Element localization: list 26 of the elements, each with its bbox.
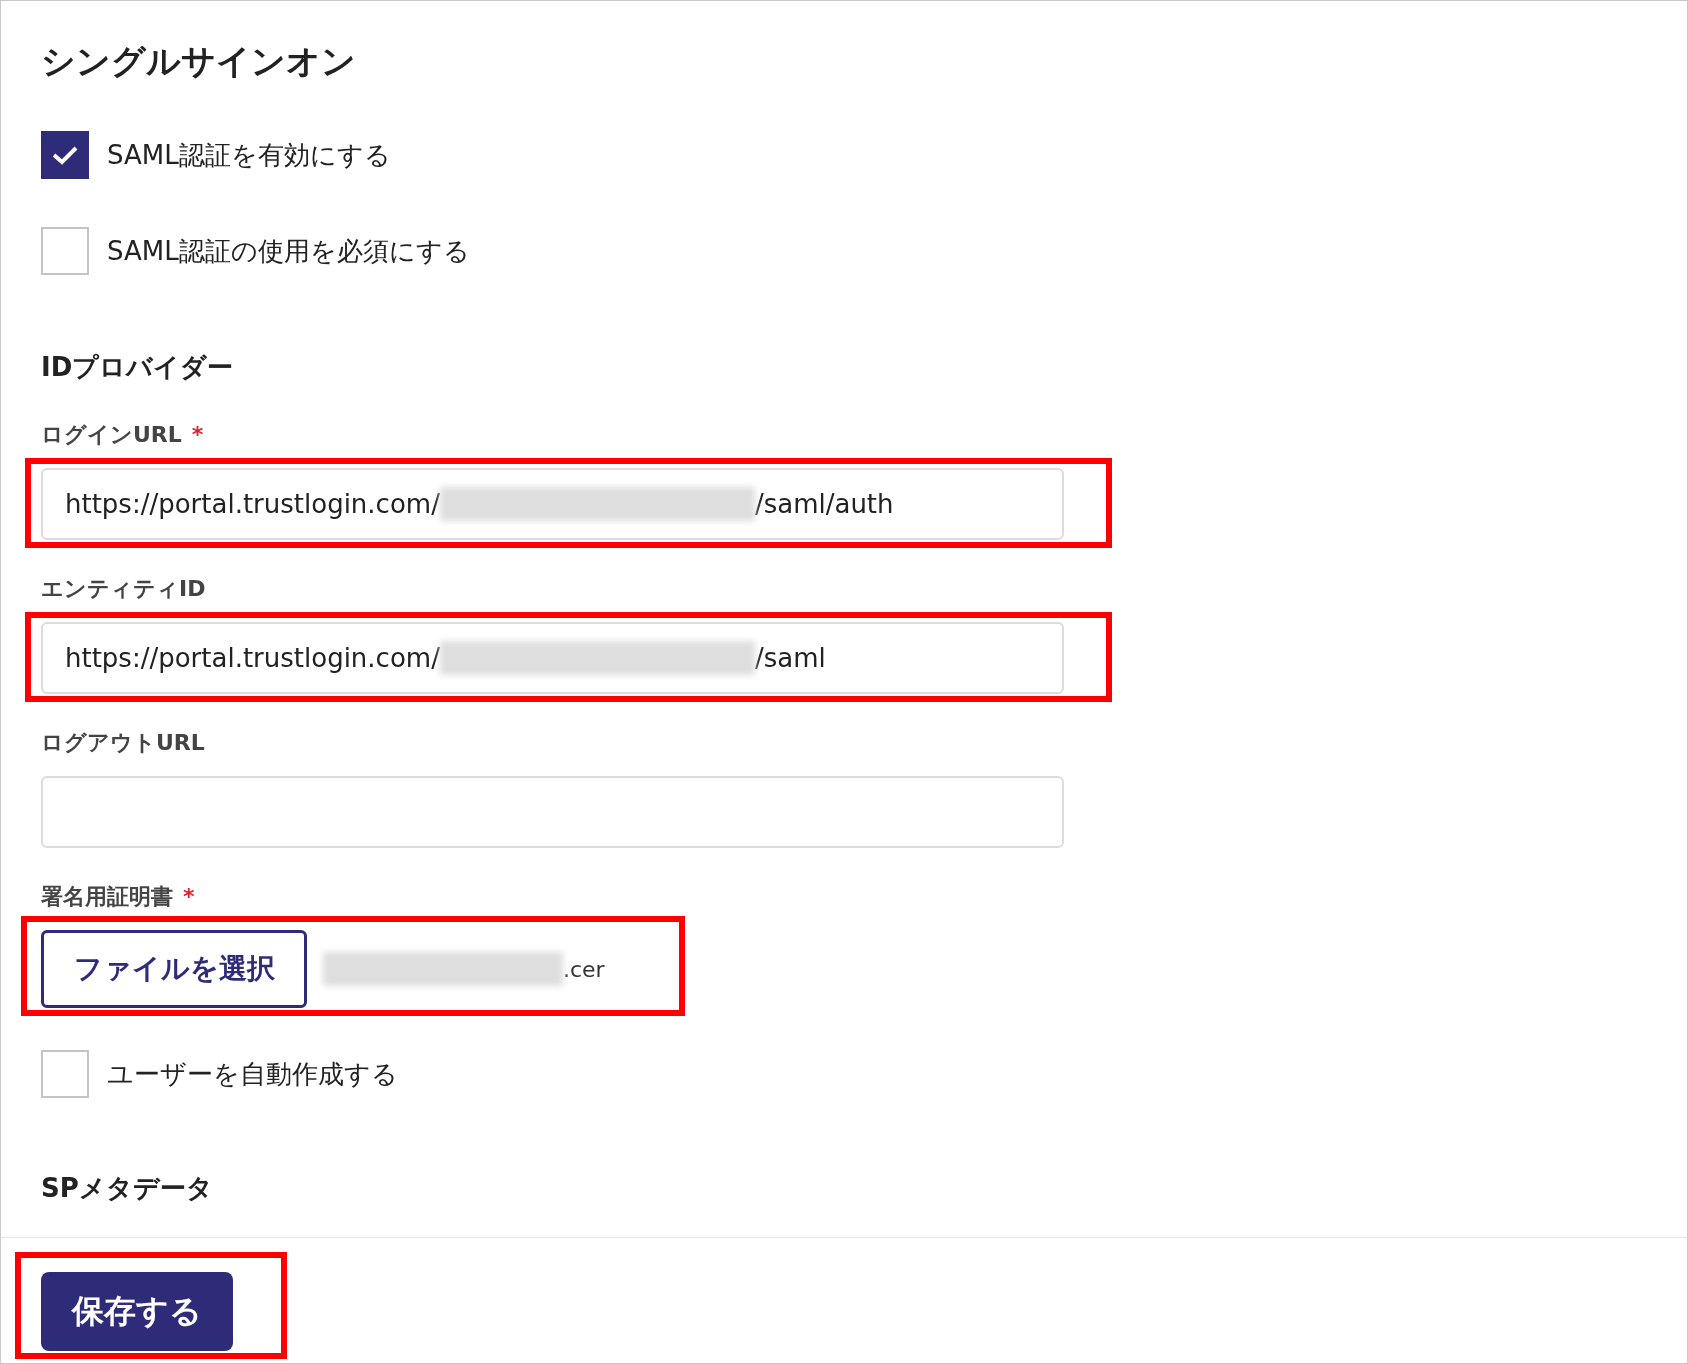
field-value: https://portal.trustlogin.com/ bbox=[65, 643, 440, 673]
checkmark-icon bbox=[51, 144, 79, 166]
field-label: ログインURL bbox=[41, 421, 182, 449]
text-field[interactable] bbox=[41, 776, 1064, 848]
page-title: シングルサインオン bbox=[41, 40, 356, 83]
field-label: ログアウトURL bbox=[41, 729, 205, 757]
section-heading: SPメタデータ bbox=[41, 1172, 213, 1205]
required-mark: * bbox=[183, 883, 195, 911]
save-button[interactable]: 保存する bbox=[41, 1272, 233, 1351]
checkbox[interactable] bbox=[41, 131, 89, 179]
field-value: /saml/auth bbox=[754, 489, 894, 519]
field-value: https://portal.trustlogin.com/ bbox=[65, 489, 440, 519]
file-name: .cer bbox=[563, 956, 605, 982]
section-heading: IDプロバイダー bbox=[41, 351, 234, 384]
checkbox-label: SAML認証を有効にする bbox=[107, 138, 391, 172]
checkbox-label: ユーザーを自動作成する bbox=[107, 1057, 398, 1091]
checkbox[interactable] bbox=[41, 1050, 89, 1098]
checkbox-label: SAML認証の使用を必須にする bbox=[107, 234, 470, 268]
checkbox[interactable] bbox=[41, 227, 89, 275]
text-field[interactable]: https://portal.trustlogin.com/ /saml/auth bbox=[41, 468, 1064, 540]
required-mark: * bbox=[191, 421, 204, 449]
field-value: /saml bbox=[754, 643, 826, 673]
choose-file-button[interactable]: ファイルを選択 bbox=[41, 930, 307, 1008]
text-field[interactable]: https://portal.trustlogin.com/ /saml bbox=[41, 622, 1064, 694]
field-label: 署名用証明書 bbox=[41, 883, 173, 911]
field-label: エンティティID bbox=[41, 575, 206, 603]
